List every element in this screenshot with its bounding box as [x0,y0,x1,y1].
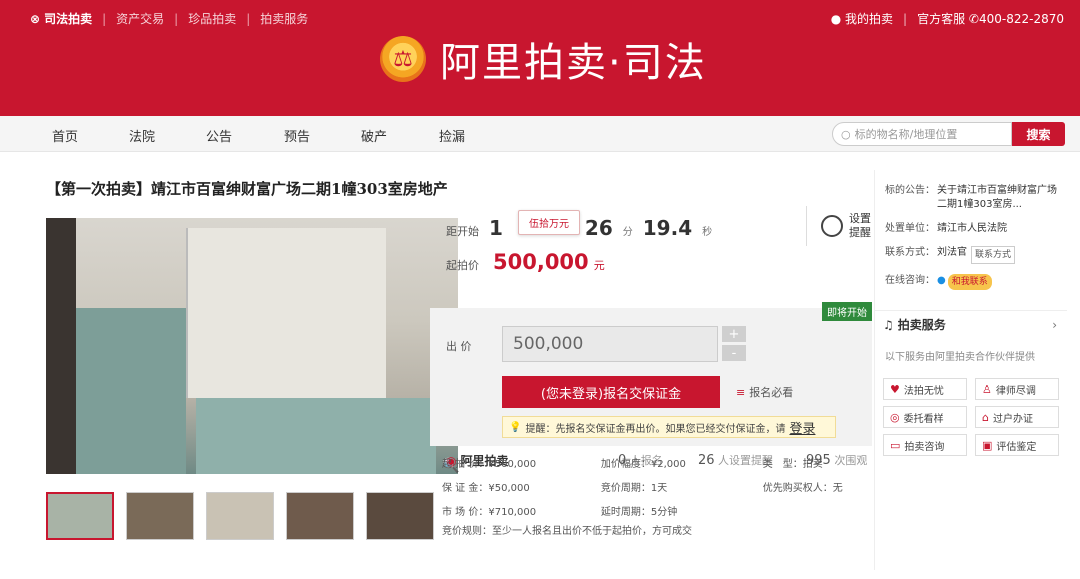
set-reminder-button[interactable]: 设置提醒 [806,206,873,246]
logo-text: 阿里拍卖·司法 [440,40,707,86]
service-transfer[interactable]: ⌂ 过户办证 [975,406,1059,428]
location-icon: ◎ [890,410,900,424]
thumbnail-4[interactable] [286,492,354,540]
alarm-clock-icon [821,215,843,237]
auction-main: 【第一次拍卖】靖江市百富绅财富广场二期1幢303室房地产 🔍 距开始 1 26 分… [30,170,873,570]
detail-row: 起 拍 价：¥500,000 加价幅度：¥2,000 类 型：拍卖 [442,458,823,470]
countdown-lead: 1 [489,216,503,240]
page-title: 【第一次拍卖】靖江市百富绅财富广场二期1幢303室房地产 [46,180,448,198]
brand-link[interactable]: ⊗ 司法拍卖 [30,10,92,27]
service-viewing[interactable]: ◎ 委托看样 [883,406,967,428]
auction-rule: 竞价规则：至少一人报名且出价不低于起拍价，方可成交 [442,526,692,537]
site-logo[interactable]: ⚖ 阿里拍卖·司法 [380,30,707,88]
detail-row: 保 证 金：¥50,000 竞价周期：1天 优先购买权人：无 [442,482,843,494]
announcement-link[interactable]: 关于靖江市百富绅财富广场二期1幢303室房... [937,184,1065,212]
service-desc: 以下服务由阿里拍卖合作伙伴提供 [885,352,1035,363]
house-icon: ⌂ [982,410,989,424]
search-icon: ○ [841,127,851,141]
link-asset-trading[interactable]: 资产交易 [116,10,164,27]
signup-deposit-button[interactable]: (您未登录)报名交保证金 [502,376,720,408]
top-right-links: ● 我的拍卖 | 官方客服 ✆ 400-822-2870 [830,10,1064,27]
chat-bubble-icon: ▭ [890,438,901,452]
start-price-row: 起拍价 500,000 元 [446,250,605,274]
main-nav: 首页 法院 公告 预告 破产 捡漏 ○ 标的物名称/地理位置 搜索 [0,116,1080,152]
detail-row: 市 场 价：¥710,000 延时周期：5分钟 [442,506,678,518]
chat-button[interactable]: 和我联系 [947,274,992,290]
status-badge: 即将开始 [822,302,872,321]
countdown-seconds: 19.4 [642,216,693,240]
nav-announce[interactable]: 公告 [206,126,232,145]
countdown-label: 距开始 [446,225,479,238]
countdown-minutes: 26 [584,216,613,240]
court-emblem-icon: ⚖ [380,36,426,82]
header-banner: ⊗ 司法拍卖 | 资产交易 | 珍品拍卖 | 拍卖服务 ● 我的拍卖 | 官方客服 ✆ 40… [0,0,1080,116]
link-auction-service[interactable]: 拍卖服务 [260,10,308,27]
headset-icon: ♫ [883,317,894,332]
bid-amount-input[interactable]: 500,000 [502,326,718,362]
coins-icon: ≡ [736,385,746,399]
nav-bankruptcy[interactable]: 破产 [361,126,387,145]
thumbnail-strip [46,492,434,540]
decrease-bid-button[interactable]: - [722,345,746,361]
service-label: 官方客服 [917,12,966,26]
search-button[interactable]: 搜索 [1012,122,1065,146]
link-treasure-auction[interactable]: 珍品拍卖 [188,10,236,27]
auction-details: 起 拍 价：¥500,000 加价幅度：¥2,000 类 型：拍卖 保 证 金：¥5… [442,450,872,522]
chevron-right-icon: › [1052,317,1057,332]
service-consult[interactable]: ▭ 拍卖咨询 [883,434,967,456]
thumbnail-3[interactable] [206,492,274,540]
lawyer-icon: ♙ [982,382,992,396]
login-link[interactable]: 登录 [789,418,815,437]
bulb-icon: 💡 [509,421,522,433]
heart-icon: ♥ [890,382,900,396]
court-name: 靖江市人民法院 [937,223,1007,234]
nav-court[interactable]: 法院 [129,126,155,145]
price-tooltip: 伍拾万元 [518,210,580,235]
service-header[interactable]: ♫ 拍卖服务 › [875,310,1067,338]
service-grid: ♥ 法拍无忧 ♙ 律师尽调 ◎ 委托看样 ⌂ 过户办证 ▭ 拍卖咨询 ▣ 评估鉴定 [883,378,1059,456]
contact-button[interactable]: 联系方式 [971,246,1016,264]
nav-home[interactable]: 首页 [52,126,78,145]
thumbnail-2[interactable] [126,492,194,540]
property-main-photo[interactable] [46,218,458,474]
search-input[interactable]: ○ 标的物名称/地理位置 [832,122,1012,146]
chat-icon: ● [937,275,946,286]
gavel-icon: ⊗ [30,11,41,26]
service-appraisal[interactable]: ▣ 评估鉴定 [975,434,1059,456]
phone-icon: ✆ [968,11,979,26]
thumbnail-5[interactable] [366,492,434,540]
service-worry-free[interactable]: ♥ 法拍无忧 [883,378,967,400]
login-notice: 💡 提醒：先报名交保证金再出价。如果您已经交付保证金，请 登录 [502,416,836,438]
thumbnail-1[interactable] [46,492,114,540]
increase-bid-button[interactable]: + [722,326,746,342]
must-read-link[interactable]: ≡ 报名必看 [736,384,793,400]
top-left-links: ⊗ 司法拍卖 | 资产交易 | 珍品拍卖 | 拍卖服务 [30,10,309,27]
right-sidebar: 标的公告： 关于靖江市百富绅财富广场二期1幢303室房... 处置单位： 靖江市人民… [874,170,1067,570]
appraisal-icon: ▣ [982,438,993,452]
bid-box: 即将开始 出 价 500,000 + - (您未登录)报名交保证金 ≡ 报名必看 … [430,302,872,446]
user-icon: ● [830,11,842,26]
service-lawyer[interactable]: ♙ 律师尽调 [975,378,1059,400]
nav-preview[interactable]: 预告 [284,126,310,145]
start-price: 500,000 [493,250,589,274]
phone-number: 400-822-2870 [978,11,1064,26]
nav-bargain[interactable]: 捡漏 [439,126,465,145]
case-info: 标的公告： 关于靖江市百富绅财富广场二期1幢303室房... 处置单位： 靖江市人民… [885,184,1065,300]
my-auction-link[interactable]: 我的拍卖 [845,10,893,27]
